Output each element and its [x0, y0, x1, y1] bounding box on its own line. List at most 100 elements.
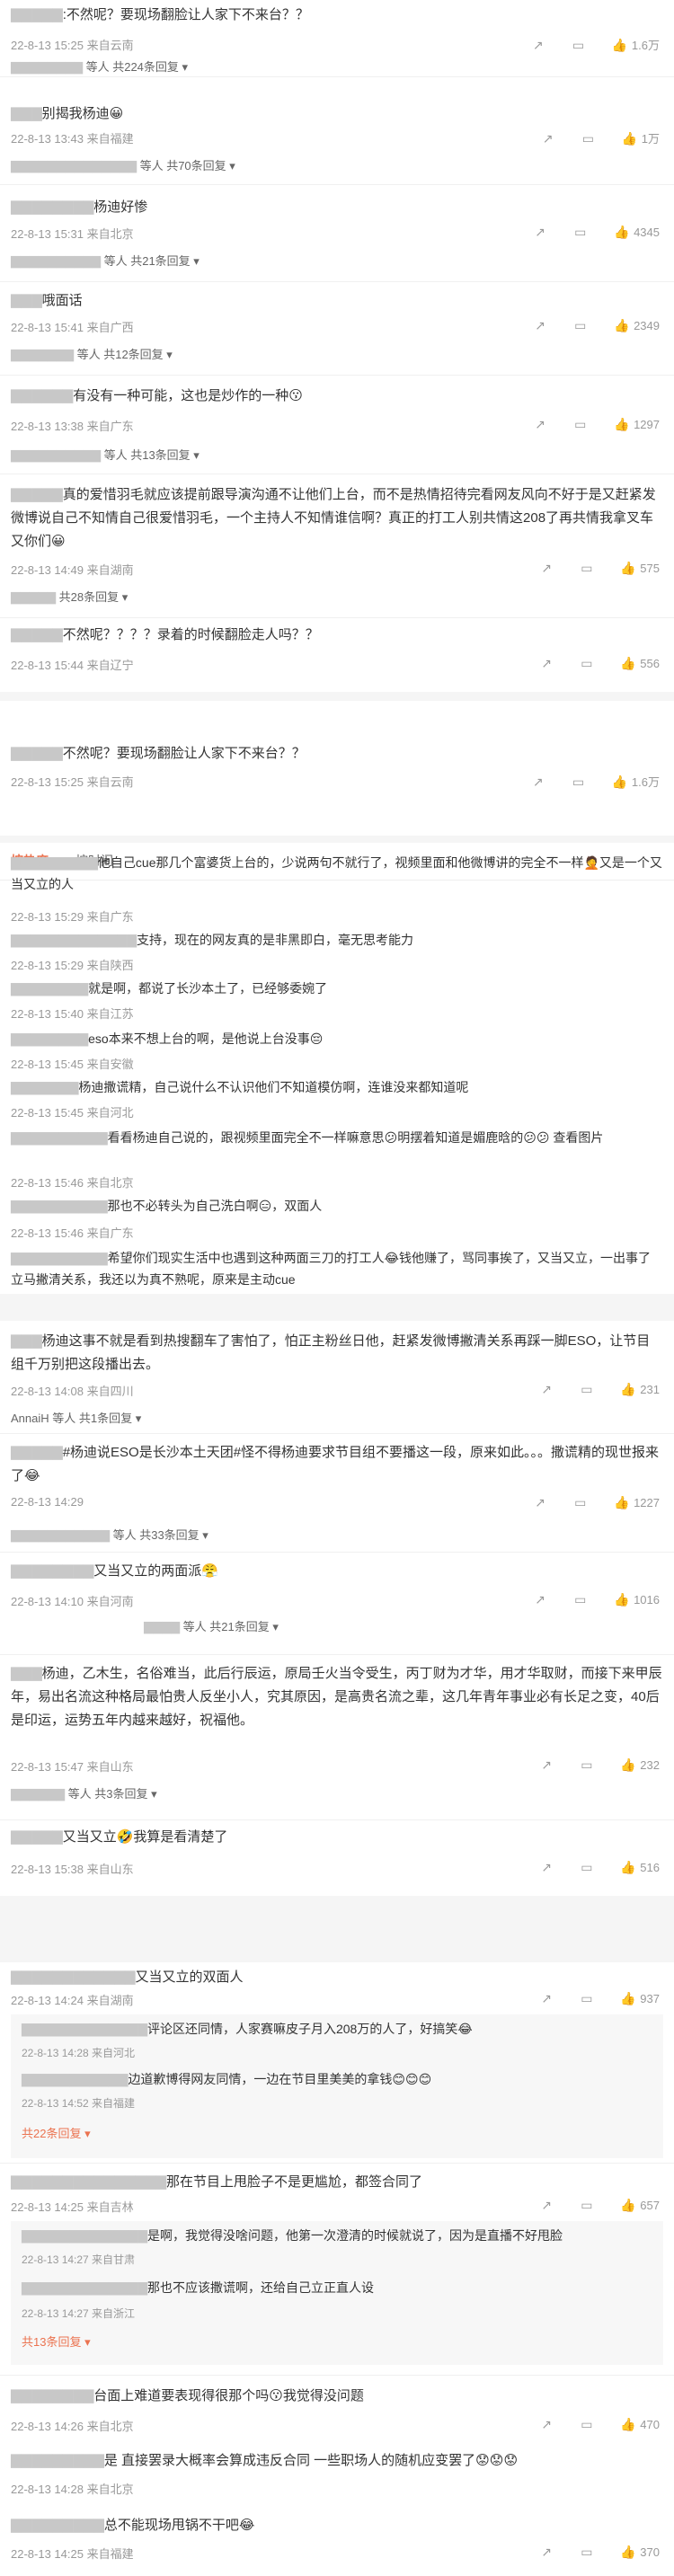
comment-icon[interactable]: ▭: [581, 1382, 595, 1396]
like-button[interactable]: 👍 556: [620, 656, 660, 670]
comment-text: ▇▇▇▇▇又当又立🤣我算是看清楚了: [11, 1829, 228, 1845]
share-icon[interactable]: ↗: [541, 2198, 555, 2212]
share-icon[interactable]: ↗: [535, 1592, 549, 1607]
like-button[interactable]: 👍 370: [620, 2545, 660, 2559]
share-icon[interactable]: ↗: [541, 2417, 555, 2431]
like-button[interactable]: 👍 232: [620, 1757, 660, 1772]
thread-item: ▇▇▇▇▇▇▇▇▇▇▇▇▇支持，现在的网友真的是非黑即白，毫无思考能力: [11, 933, 413, 947]
comment-icon[interactable]: ▭: [581, 2545, 595, 2559]
reply-bar[interactable]: ▇▇▇▇▇▇▇▇▇▇ 等人 共21条回复 ▾: [11, 252, 200, 269]
action-icons: ↗ ▭ 👍 1.6万: [533, 773, 660, 790]
reply-bar[interactable]: ▇▇▇▇▇▇▇▇▇▇▇ 等人 共33条回复 ▾: [11, 1526, 208, 1543]
comment-icon[interactable]: ▭: [581, 1757, 595, 1772]
action-icons: ↗ ▭ 👍 1.6万: [533, 36, 660, 53]
comment-time: 22-8-13 15:31 来自北京: [11, 227, 134, 241]
comment-l1: ▇▇▇杨迪这事不就是看到热搜翻车了害怕了，怕正主粉丝日他，赶紧发微博撇清关系再踩…: [0, 1326, 674, 1434]
share-icon[interactable]: ↗: [541, 1757, 555, 1772]
reply-count: 等人 共12条回复: [76, 348, 164, 361]
comment-b2: ▇▇▇▇▇▇▇▇▇▇▇▇▇▇▇那在节目上甩脸子不是更尴尬，都签合同了 22-8-…: [0, 2169, 674, 2376]
like-count: 4345: [634, 225, 660, 239]
action-icons: ↗ ▭ 👍 575: [541, 561, 660, 575]
like-button[interactable]: 👍 575: [620, 561, 660, 575]
more-replies-link[interactable]: 共13条回复 ▾: [22, 2333, 652, 2350]
share-icon[interactable]: ↗: [541, 561, 555, 575]
comment-time: 22-8-13 15:41 来自广西: [11, 321, 134, 334]
like-button[interactable]: 👍 516: [620, 1860, 660, 1874]
comment-time: 22-8-13 13:43 来自福建: [11, 132, 134, 146]
like-count: 516: [640, 1860, 660, 1874]
thumbs-up-icon: 👍: [620, 1860, 636, 1874]
comment-icon[interactable]: ▭: [574, 318, 589, 332]
share-icon[interactable]: ↗: [533, 38, 547, 52]
comment-icon[interactable]: ▭: [581, 561, 595, 575]
like-button[interactable]: 👍 1227: [614, 1495, 660, 1509]
comment-text: ▇▇▇▇▇▇有没有一种可能，这也是炒作的一种😗: [11, 388, 303, 403]
share-icon[interactable]: ↗: [535, 225, 549, 239]
reply-bar[interactable]: ▇▇▇▇▇▇▇ 等人 共12条回复 ▾: [11, 345, 173, 362]
comment-icon[interactable]: ▭: [581, 2417, 595, 2431]
comment-text: ▇▇▇▇▇▇▇▇台面上难道要表现得很那个吗😗我觉得没问题: [11, 2388, 364, 2403]
share-icon[interactable]: ↗: [541, 656, 555, 670]
like-count: 937: [640, 1991, 660, 2005]
thread-item: ▇▇▇▇▇▇▇▇▇他自己cue那几个富婆货上台的，少说两句不就行了，视频里面和他…: [11, 855, 662, 891]
action-icons: ↗ ▭ 👍 232: [541, 1757, 660, 1772]
like-button[interactable]: 👍 231: [620, 1382, 660, 1396]
reply-bar[interactable]: ▇▇▇▇▇▇▇▇▇▇ 等人 共13条回复 ▾: [11, 446, 200, 463]
comment-icon[interactable]: ▭: [574, 417, 589, 431]
comment-icon[interactable]: ▭: [581, 656, 595, 670]
share-icon[interactable]: ↗: [541, 2545, 555, 2559]
like-button[interactable]: 👍 1.6万: [612, 773, 660, 790]
like-button[interactable]: 👍 657: [620, 2198, 660, 2212]
comment-icon[interactable]: ▭: [581, 2198, 595, 2212]
like-button[interactable]: 👍 1297: [614, 417, 660, 431]
thread-item: ▇▇▇▇▇▇▇▇eso本来不想上台的啊，是他说上台没事😔: [11, 1031, 324, 1046]
comment-icon[interactable]: ▭: [582, 131, 597, 146]
comment-icon[interactable]: ▭: [581, 1860, 595, 1874]
sub-reply-box: ▇▇▇▇▇▇▇▇▇▇▇▇▇是啊，我觉得没啥问题，他第一次澄清的时候就说了，因为是…: [11, 2221, 663, 2365]
share-icon[interactable]: ↗: [541, 1860, 555, 1874]
thread-time: 22-8-13 15:29 来自陕西: [11, 959, 134, 972]
more-replies-link[interactable]: 共22条回复 ▾: [22, 2124, 652, 2141]
comment-icon[interactable]: ▭: [572, 775, 587, 789]
share-icon[interactable]: ↗: [541, 1991, 555, 2005]
share-icon[interactable]: ↗: [543, 131, 557, 146]
share-icon[interactable]: ↗: [535, 417, 549, 431]
comment-time: 22-8-13 14:28 来自北京: [11, 2483, 134, 2496]
reply-bar[interactable]: AnnaiH 等人 共1条回复 ▾: [11, 1409, 141, 1426]
comment-text: ▇▇▇哦面话: [11, 293, 83, 308]
comment-b3: ▇▇▇▇▇▇▇▇台面上难道要表现得很那个吗😗我觉得没问题 22-8-13 14:…: [0, 2383, 674, 2448]
comment-text: ▇▇▇▇▇▇▇▇又当又立的两面派😤: [11, 1563, 218, 1579]
like-button[interactable]: 👍 1万: [622, 129, 660, 146]
reply-bar[interactable]: ▇▇▇▇ 等人 共21条回复 ▾: [144, 1617, 279, 1634]
like-count: 1万: [641, 132, 660, 146]
like-button[interactable]: 👍 2349: [614, 318, 660, 332]
comment-icon[interactable]: ▭: [574, 225, 589, 239]
like-button[interactable]: 👍 470: [620, 2417, 660, 2431]
thread-item: ▇▇▇▇▇▇▇杨迪撒谎精，自己说什么不认识他们不知道模仿啊，连谁没来都知道呢: [11, 1080, 469, 1094]
reply-count: 等人 共13条回复: [103, 448, 191, 462]
action-icons: ↗ ▭ 👍 2349: [535, 318, 660, 332]
reply-bar[interactable]: ▇▇▇▇▇▇▇▇▇▇▇▇▇▇ 等人 共70条回复 ▾: [11, 156, 235, 173]
like-button[interactable]: 👍 4345: [614, 225, 660, 239]
share-icon[interactable]: ↗: [535, 318, 549, 332]
comment-icon[interactable]: ▭: [572, 38, 587, 52]
share-icon[interactable]: ↗: [533, 775, 547, 789]
reply-bar[interactable]: ▇▇▇▇▇▇ 等人 共3条回复 ▾: [11, 1784, 157, 1801]
comment-icon[interactable]: ▭: [574, 1592, 589, 1607]
like-button[interactable]: 👍 1016: [614, 1592, 660, 1607]
like-button[interactable]: 👍 1.6万: [612, 36, 660, 53]
comment-icon[interactable]: ▭: [581, 1991, 595, 2005]
reply-bar[interactable]: ▇▇▇▇▇▇▇▇ 等人 共224条回复 ▾: [11, 58, 188, 75]
comment-icon[interactable]: ▭: [574, 1495, 589, 1509]
action-icons: ↗ ▭ 👍 231: [541, 1382, 660, 1396]
action-icons: ↗ ▭ 👍 370: [541, 2545, 660, 2559]
comment-time: 22-8-13 14:25 来自福建: [11, 2547, 134, 2561]
comment-text: ▇▇▇▇▇:不然呢？要现场翻脸让人家下不来台？？: [11, 7, 309, 22]
like-button[interactable]: 👍 937: [620, 1991, 660, 2005]
section-divider: [0, 1896, 674, 1962]
reply-bar[interactable]: ▇▇▇▇▇ 共28条回复 ▾: [11, 588, 128, 605]
sub-reply-time: 22-8-13 14:27 来自甘肃: [22, 2253, 136, 2266]
share-icon[interactable]: ↗: [535, 1495, 549, 1509]
reply-count: 等人 共70条回复: [139, 159, 226, 173]
share-icon[interactable]: ↗: [541, 1382, 555, 1396]
